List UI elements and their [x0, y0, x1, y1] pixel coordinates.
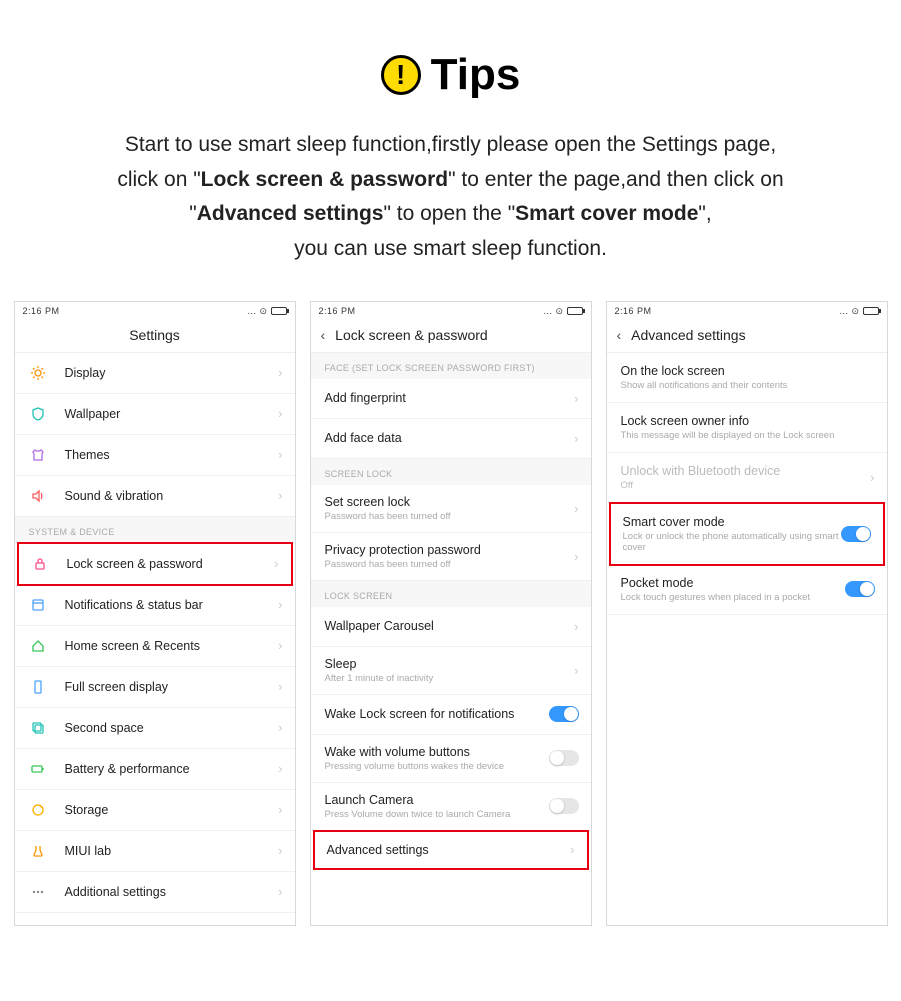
toggle-smart-cover[interactable]: [841, 526, 871, 542]
back-icon[interactable]: ‹: [617, 327, 622, 343]
row-wallpaper-carousel[interactable]: Wallpaper Carousel ›: [311, 607, 591, 647]
row-wake-notifications[interactable]: Wake Lock screen for notifications: [311, 695, 591, 735]
chevron-right-icon: ›: [278, 720, 282, 735]
settings-row-battery[interactable]: Battery & performance ›: [15, 749, 295, 790]
row-advanced-settings[interactable]: Advanced settings ›: [313, 830, 589, 870]
speaker-icon: [29, 487, 47, 505]
page-title: Settings: [15, 319, 295, 353]
chevron-right-icon: ›: [574, 391, 578, 406]
screenshot-advanced: 2:16 PM ... ⊙ ‹ Advanced settings On the…: [606, 301, 888, 926]
tips-header: ! Tips: [0, 0, 901, 100]
settings-row-themes[interactable]: Themes ›: [15, 435, 295, 476]
page-title: ‹ Advanced settings: [607, 319, 887, 353]
status-bar: 2:16 PM ... ⊙: [15, 302, 295, 319]
battery-icon: [271, 307, 287, 315]
chevron-right-icon: ›: [278, 447, 282, 462]
row-pocket-mode[interactable]: Pocket mode Lock touch gestures when pla…: [607, 565, 887, 615]
shirt-icon: [29, 446, 47, 464]
back-icon[interactable]: ‹: [321, 327, 326, 343]
settings-row-second-space[interactable]: Second space ›: [15, 708, 295, 749]
status-bar-icon: [29, 596, 47, 614]
chevron-right-icon: ›: [278, 406, 282, 421]
status-right: ... ⊙: [247, 306, 286, 317]
section-face: FACE (SET LOCK SCREEN PASSWORD FIRST): [311, 353, 591, 379]
battery-performance-icon: [29, 760, 47, 778]
settings-row-additional[interactable]: Additional settings ›: [15, 872, 295, 913]
shield-icon: [29, 405, 47, 423]
settings-row-notifications[interactable]: Notifications & status bar ›: [15, 585, 295, 626]
chevron-right-icon: ›: [278, 679, 282, 694]
settings-row-full-screen[interactable]: Full screen display ›: [15, 667, 295, 708]
battery-icon: [567, 307, 583, 315]
section-screen-lock: SCREEN LOCK: [311, 459, 591, 485]
settings-row-display[interactable]: Display ›: [15, 353, 295, 394]
battery-icon: [863, 307, 879, 315]
toggle-wake-volume[interactable]: [549, 750, 579, 766]
settings-row-sound[interactable]: Sound & vibration ›: [15, 476, 295, 517]
flask-icon: [29, 842, 47, 860]
row-unlock-bluetooth: Unlock with Bluetooth device Off ›: [607, 453, 887, 503]
chevron-right-icon: ›: [574, 549, 578, 564]
status-bar: 2:16 PM ... ⊙: [607, 302, 887, 319]
screenshot-lock-screen: 2:16 PM ... ⊙ ‹ Lock screen & password F…: [310, 301, 592, 926]
page-title: ‹ Lock screen & password: [311, 319, 591, 353]
settings-row-lock-screen-password[interactable]: Lock screen & password ›: [17, 542, 293, 586]
screenshot-settings: 2:16 PM ... ⊙ Settings Display › Wallpap…: [14, 301, 296, 926]
status-time: 2:16 PM: [319, 306, 356, 316]
tips-title-row: ! Tips: [381, 50, 521, 100]
dots-icon: [29, 883, 47, 901]
row-add-fingerprint[interactable]: Add fingerprint ›: [311, 379, 591, 419]
storage-icon: [29, 801, 47, 819]
chevron-right-icon: ›: [574, 501, 578, 516]
section-lock-screen: LOCK SCREEN: [311, 581, 591, 607]
row-wake-volume[interactable]: Wake with volume buttons Pressing volume…: [311, 735, 591, 783]
toggle-launch-camera[interactable]: [549, 798, 579, 814]
chevron-right-icon: ›: [278, 638, 282, 653]
row-owner-info[interactable]: Lock screen owner info This message will…: [607, 403, 887, 453]
chevron-right-icon: ›: [278, 802, 282, 817]
chevron-right-icon: ›: [574, 663, 578, 678]
settings-row-storage[interactable]: Storage ›: [15, 790, 295, 831]
tips-title-text: Tips: [431, 50, 521, 100]
row-on-lock-screen[interactable]: On the lock screen Show all notification…: [607, 353, 887, 403]
chevron-right-icon: ›: [574, 619, 578, 634]
layers-icon: [29, 719, 47, 737]
status-right: ... ⊙: [543, 306, 582, 317]
chevron-right-icon: ›: [278, 761, 282, 776]
chevron-right-icon: ›: [870, 470, 874, 485]
row-add-face-data[interactable]: Add face data ›: [311, 419, 591, 459]
lock-icon: [31, 555, 49, 573]
alert-icon: !: [381, 55, 421, 95]
settings-row-miui-lab[interactable]: MIUI lab ›: [15, 831, 295, 872]
row-launch-camera[interactable]: Launch Camera Press Volume down twice to…: [311, 783, 591, 831]
home-icon: [29, 637, 47, 655]
phone-icon: [29, 678, 47, 696]
status-time: 2:16 PM: [23, 306, 60, 316]
screenshots-row: 2:16 PM ... ⊙ Settings Display › Wallpap…: [0, 301, 901, 926]
toggle-pocket-mode[interactable]: [845, 581, 875, 597]
status-time: 2:16 PM: [615, 306, 652, 316]
status-right: ... ⊙: [839, 306, 878, 317]
sun-icon: [29, 364, 47, 382]
settings-row-home-screen[interactable]: Home screen & Recents ›: [15, 626, 295, 667]
chevron-right-icon: ›: [278, 843, 282, 858]
chevron-right-icon: ›: [274, 556, 278, 571]
row-sleep[interactable]: Sleep After 1 minute of inactivity ›: [311, 647, 591, 695]
row-smart-cover-mode[interactable]: Smart cover mode Lock or unlock the phon…: [609, 502, 885, 566]
settings-row-wallpaper[interactable]: Wallpaper ›: [15, 394, 295, 435]
chevron-right-icon: ›: [278, 597, 282, 612]
chevron-right-icon: ›: [278, 884, 282, 899]
section-system-device: SYSTEM & DEVICE: [15, 517, 295, 543]
toggle-wake-notifications[interactable]: [549, 706, 579, 722]
chevron-right-icon: ›: [278, 488, 282, 503]
row-privacy-protection[interactable]: Privacy protection password Password has…: [311, 533, 591, 581]
tips-body: Start to use smart sleep function,firstl…: [0, 128, 901, 267]
chevron-right-icon: ›: [570, 842, 574, 857]
status-bar: 2:16 PM ... ⊙: [311, 302, 591, 319]
row-set-screen-lock[interactable]: Set screen lock Password has been turned…: [311, 485, 591, 533]
chevron-right-icon: ›: [574, 431, 578, 446]
chevron-right-icon: ›: [278, 365, 282, 380]
